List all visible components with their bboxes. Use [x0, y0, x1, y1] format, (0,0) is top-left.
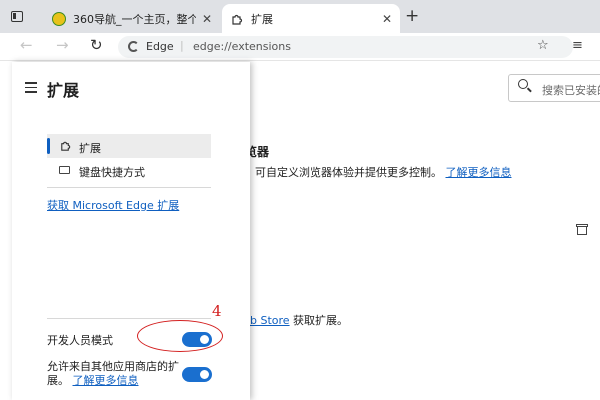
- refresh-icon[interactable]: ↻: [90, 36, 103, 54]
- store-suffix: 获取扩展。: [289, 314, 349, 327]
- allow-other-stores-toggle[interactable]: [182, 367, 212, 382]
- puzzle-icon: [232, 14, 243, 25]
- address-bar[interactable]: Edge | edge://extensions: [118, 36, 573, 58]
- search-icon: [518, 79, 528, 89]
- new-tab-button[interactable]: +: [405, 8, 419, 25]
- address-url[interactable]: edge://extensions: [193, 40, 291, 53]
- sidebar-item-shortcuts[interactable]: 键盘快捷方式: [47, 158, 211, 182]
- address-brand: Edge: [146, 40, 174, 53]
- allow-other-stores-label: 允许来自其他应用商店的扩 展。 了解更多信息: [47, 360, 179, 388]
- allow-label-line2: 展。 了解更多信息: [47, 374, 179, 388]
- allow-learn-more-link[interactable]: 了解更多信息: [73, 374, 139, 387]
- allow-label-end: 展。: [47, 374, 69, 387]
- panel-title: 扩展: [47, 81, 80, 100]
- edge-logo-icon: [128, 41, 139, 52]
- description-text: 展，可自定义浏览器体验并提供更多控制。: [233, 166, 442, 179]
- tab-title: 360导航_一个主页，整个世界: [73, 12, 196, 26]
- divider: [47, 318, 211, 319]
- sidebar-item-label: 扩展: [79, 142, 101, 155]
- toggle-knob: [200, 370, 209, 379]
- search-placeholder: 搜索已安装的: [542, 84, 600, 97]
- forward-icon[interactable]: →: [56, 36, 69, 54]
- tab-close-icon[interactable]: ✕: [202, 12, 212, 26]
- side-panel: 扩展 扩展 键盘快捷方式 获取 Microsoft Edge 扩展 开发人员模式…: [12, 62, 250, 400]
- 360-favicon-icon: [52, 11, 66, 26]
- puzzle-icon: [61, 141, 71, 151]
- favorites-add-icon[interactable]: ☆: [537, 38, 549, 53]
- back-icon[interactable]: ←: [20, 36, 33, 54]
- hamburger-menu-icon[interactable]: [25, 82, 37, 96]
- allow-label-line1: 允许来自其他应用商店的扩: [47, 360, 179, 373]
- tab-extensions[interactable]: 扩展 ✕: [222, 4, 400, 33]
- address-separator: |: [180, 39, 184, 52]
- tab-title: 扩展: [251, 12, 273, 26]
- trash-icon[interactable]: [576, 224, 588, 236]
- tab-close-icon[interactable]: ✕: [382, 12, 392, 26]
- active-indicator: [47, 138, 50, 154]
- get-extensions-link[interactable]: 获取 Microsoft Edge 扩展: [47, 197, 179, 213]
- main-description: 展，可自定义浏览器体验并提供更多控制。 了解更多信息: [233, 164, 512, 180]
- sidebar-item-label: 键盘快捷方式: [79, 166, 145, 179]
- annotation-ellipse: [137, 320, 223, 352]
- annotation-number: 4: [212, 302, 222, 320]
- search-input[interactable]: 搜索已安装的: [508, 74, 600, 102]
- store-line: Web Store 获取扩展。: [233, 312, 348, 328]
- window-menu-icon[interactable]: [11, 11, 23, 22]
- favorites-icon[interactable]: ≡: [572, 38, 583, 53]
- divider: [47, 187, 211, 188]
- tab-strip: 360导航_一个主页，整个世界 ✕ 扩展 ✕ +: [0, 0, 600, 33]
- dev-mode-label: 开发人员模式: [47, 334, 113, 347]
- keyboard-icon: [59, 166, 70, 174]
- sidebar-item-extensions[interactable]: 扩展: [47, 134, 211, 158]
- address-toolbar: ← → ↻ Edge | edge://extensions ☆ ≡: [0, 33, 600, 61]
- tab-360[interactable]: 360导航_一个主页，整个世界 ✕: [44, 4, 220, 33]
- learn-more-link[interactable]: 了解更多信息: [446, 166, 512, 179]
